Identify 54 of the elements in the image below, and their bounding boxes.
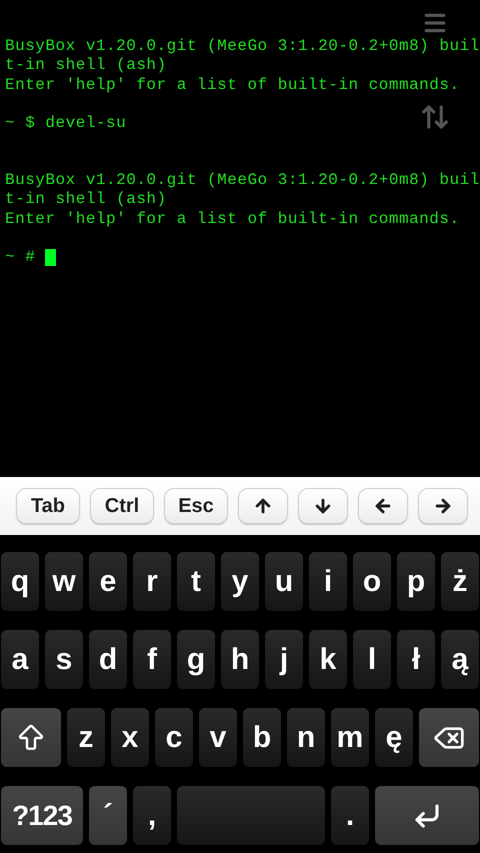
key[interactable]: d [89,630,127,689]
arrow-right-icon [433,496,453,516]
toolbar-key[interactable]: Esc [164,488,228,524]
key[interactable]: i [309,552,347,611]
key[interactable]: ł [397,630,435,689]
shift-key[interactable] [1,708,61,767]
key[interactable]: ż [441,552,479,611]
key[interactable]: o [353,552,391,611]
terminal-line: BusyBox v1.20.0.git (MeeGo 3:1.20-0.2+0m8) buil [5,171,480,190]
key[interactable]: l [353,630,391,689]
key[interactable]: a [1,630,39,689]
key[interactable]: n [287,708,325,767]
key[interactable]: m [331,708,369,767]
key[interactable]: ´ [89,786,127,845]
terminal-line: Enter 'help' for a list of built-in commands. [5,76,460,95]
arrow-down-icon [313,496,333,516]
key[interactable]: g [177,630,215,689]
key[interactable]: z [67,708,105,767]
key[interactable]: ą [441,630,479,689]
toolbar-key[interactable]: Tab [16,488,80,524]
key[interactable]: . [331,786,369,845]
key[interactable]: h [221,630,259,689]
arrow-key[interactable] [418,488,468,524]
symbols-key[interactable]: ?123 [1,786,83,845]
key[interactable]: k [309,630,347,689]
key[interactable]: e [89,552,127,611]
enter-key[interactable] [375,786,479,845]
key[interactable]: w [45,552,83,611]
key[interactable]: b [243,708,281,767]
key[interactable]: c [155,708,193,767]
key[interactable]: v [199,708,237,767]
key[interactable]: q [1,552,39,611]
terminal-line: t-in shell (ash) [5,56,167,76]
key[interactable]: p [397,552,435,611]
key[interactable]: y [221,552,259,611]
toolbar-key[interactable]: Ctrl [90,488,154,524]
key[interactable]: u [265,552,303,611]
arrow-key[interactable] [298,488,348,524]
key[interactable]: j [265,630,303,689]
terminal-line: Enter 'help' for a list of built-in commands. [5,210,460,230]
key[interactable]: t [177,552,215,611]
terminal-line: BusyBox v1.20.0.git (MeeGo 3:1.20-0.2+0m8) buil [5,37,480,56]
key[interactable]: , [133,786,171,845]
arrow-key[interactable] [358,488,408,524]
terminal-line: ~ $ devel-su [5,114,126,134]
key[interactable]: ę [375,708,413,767]
arrow-key[interactable] [238,488,288,524]
key[interactable]: x [111,708,149,767]
backspace-key[interactable] [419,708,479,767]
key[interactable]: s [45,630,83,689]
terminal-line: t-in shell (ash) [5,190,167,210]
key[interactable]: f [133,630,171,689]
key[interactable]: r [133,552,171,611]
terminal-line: ~ # [5,248,36,268]
